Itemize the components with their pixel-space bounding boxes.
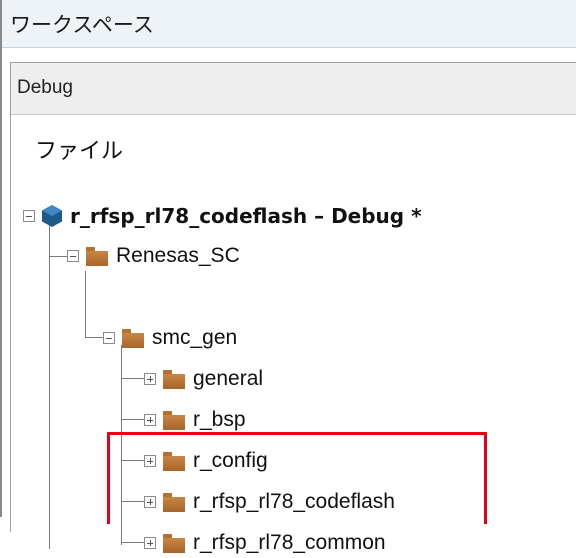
title-bar: ワークスペース (2, 0, 576, 48)
tree-line (49, 219, 50, 549)
collapse-toggle[interactable] (23, 210, 35, 222)
tree-line (85, 271, 86, 338)
tree-header-file: ファイル (35, 139, 124, 164)
tree-line (121, 419, 144, 420)
tree-item-r-bsp[interactable]: r_bsp (144, 405, 246, 435)
tree-item-general[interactable]: general (144, 364, 263, 394)
tree-item-r-rfsp-rl78-common[interactable]: r_rfsp_rl78_common (144, 528, 386, 558)
folder-label: r_bsp (193, 408, 246, 431)
tree-line (121, 378, 144, 379)
folder-icon (86, 246, 108, 266)
collapse-toggle[interactable] (103, 332, 115, 344)
folder-label: smc_gen (152, 326, 238, 349)
project-label: r_rfsp_rl78_codeflash – Debug * (70, 204, 422, 228)
workspace-window: ワークスペース Debug ファイル r_rfsp_rl78_codeflash… (0, 0, 576, 554)
collapse-toggle[interactable] (67, 250, 79, 262)
tree-line (85, 337, 103, 338)
folder-label: general (193, 367, 264, 390)
highlight-box (107, 432, 487, 524)
window-title: ワークスペース (10, 13, 154, 37)
tree-item-renesas-sc[interactable]: Renesas_SC (67, 241, 240, 271)
folder-label: r_rfsp_rl78_common (193, 531, 386, 554)
project-hexagon-icon (42, 205, 62, 227)
build-config-value: Debug (17, 77, 73, 98)
tree-item-project[interactable]: r_rfsp_rl78_codeflash – Debug * (23, 201, 422, 231)
folder-icon (163, 410, 185, 430)
folder-icon (122, 328, 144, 348)
expand-toggle[interactable] (144, 537, 156, 549)
tree-line (49, 256, 67, 257)
expand-toggle[interactable] (144, 373, 156, 385)
folder-icon (163, 533, 185, 553)
folder-label: Renesas_SC (116, 244, 240, 267)
folder-icon (163, 369, 185, 389)
tree-line (121, 542, 144, 543)
tree-item-smc-gen[interactable]: smc_gen (103, 323, 237, 353)
build-config-dropdown[interactable]: Debug (11, 63, 576, 115)
expand-toggle[interactable] (144, 414, 156, 426)
